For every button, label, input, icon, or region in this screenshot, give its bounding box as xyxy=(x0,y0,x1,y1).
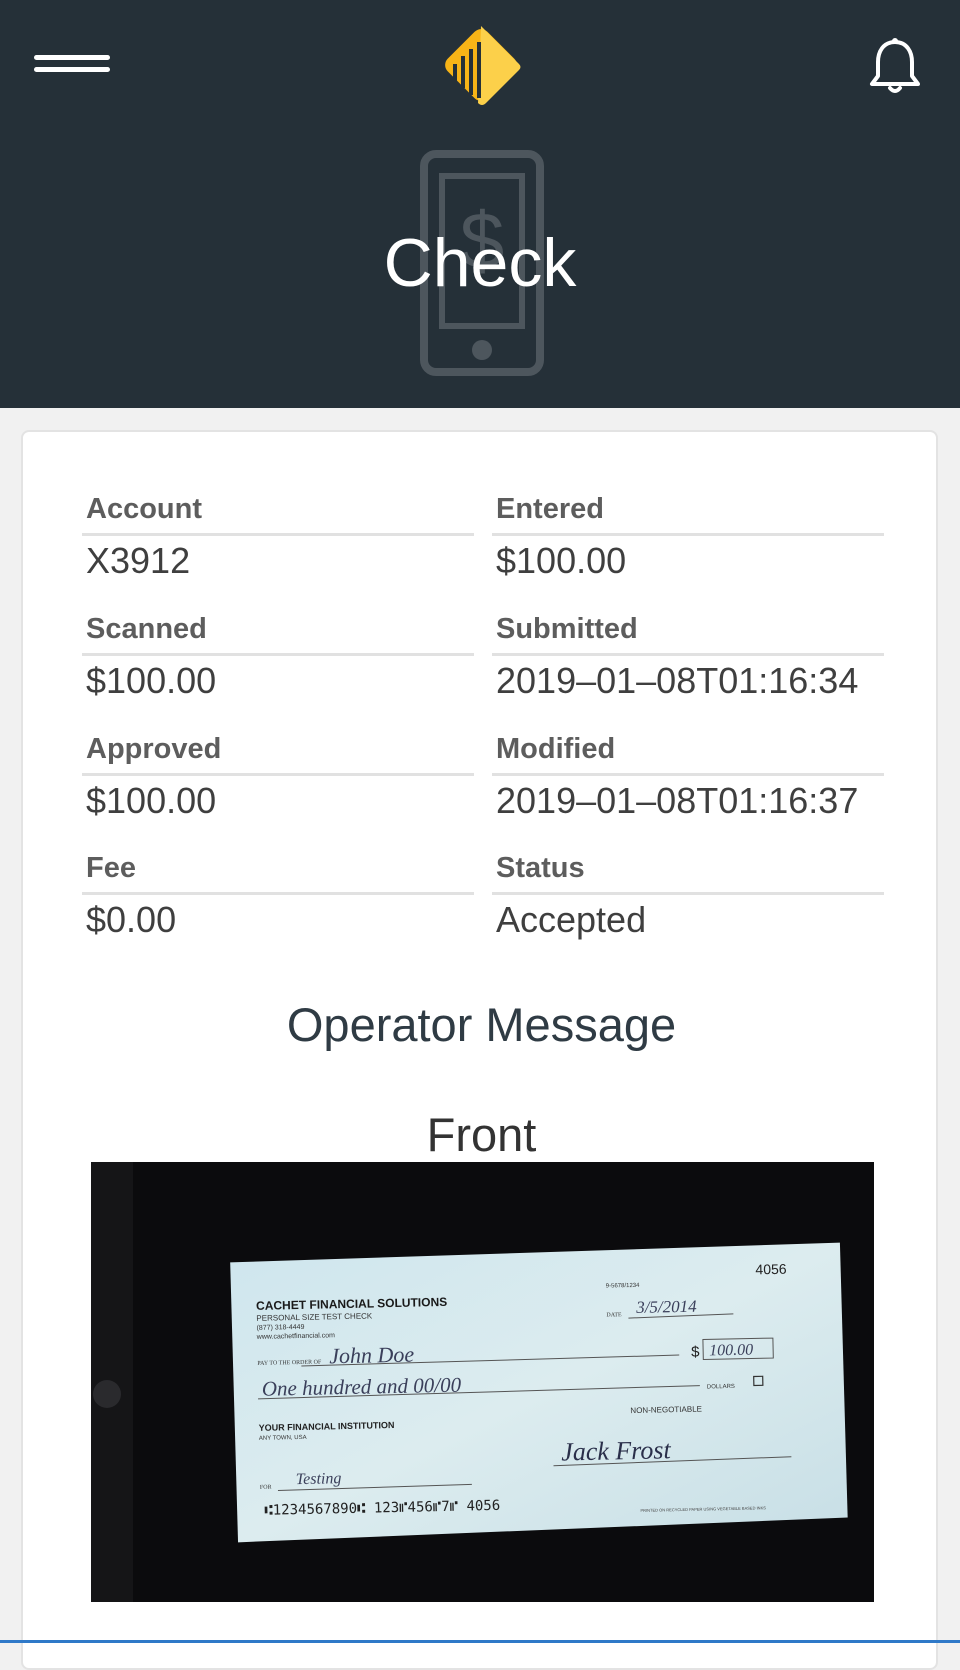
fee-label: Fee xyxy=(82,848,474,895)
approved-label: Approved xyxy=(82,729,474,776)
check-number: 4056 xyxy=(755,1261,787,1278)
page-title: Check xyxy=(383,225,577,301)
check-photo: CACHET FINANCIAL SOLUTIONS PERSONAL SIZE… xyxy=(91,1162,874,1602)
submitted-field: Submitted 2019–01–08T01:16:34 xyxy=(492,609,884,706)
check-routing-fraction: 9-5678/1234 xyxy=(606,1283,640,1290)
submitted-value: 2019–01–08T01:16:34 xyxy=(496,660,859,701)
entered-value: $100.00 xyxy=(496,540,627,581)
check-for-label: FOR xyxy=(260,1485,272,1491)
check-written-amount: One hundred and 00/00 xyxy=(262,1373,462,1401)
scanned-value: $100.00 xyxy=(86,660,217,701)
check-front-image[interactable]: CACHET FINANCIAL SOLUTIONS PERSONAL SIZE… xyxy=(91,1162,874,1602)
submitted-label: Submitted xyxy=(492,609,884,656)
check-details-card: Account X3912 Entered $100.00 Scanned $1… xyxy=(21,430,938,1670)
account-value: X3912 xyxy=(86,540,191,581)
status-label: Status xyxy=(492,848,884,895)
fee-value: $0.00 xyxy=(86,899,177,940)
check-bank-city: ANY TOWN, USA xyxy=(259,1435,307,1442)
scanned-field: Scanned $100.00 xyxy=(82,609,474,706)
check-amount: 100.00 xyxy=(709,1341,753,1359)
account-label: Account xyxy=(82,489,474,536)
modified-value: 2019–01–08T01:16:37 xyxy=(496,780,859,821)
check-memo: Testing xyxy=(296,1470,342,1488)
modified-label: Modified xyxy=(492,729,884,776)
check-date: 3/5/2014 xyxy=(635,1297,697,1317)
hamburger-menu-icon[interactable] xyxy=(34,52,112,76)
entered-label: Entered xyxy=(492,489,884,536)
brand-logo-icon[interactable] xyxy=(434,18,528,112)
approved-value: $100.00 xyxy=(86,780,217,821)
check-payee: John Doe xyxy=(329,1342,415,1369)
entered-field: Entered $100.00 xyxy=(492,489,884,586)
status-field: Status Accepted xyxy=(492,848,884,945)
approved-field: Approved $100.00 xyxy=(82,729,474,826)
scanned-label: Scanned xyxy=(82,609,474,656)
app-header: $ Check xyxy=(0,0,960,408)
bell-icon[interactable] xyxy=(866,36,924,96)
modified-field: Modified 2019–01–08T01:16:37 xyxy=(492,729,884,826)
operator-message-heading: Operator Message xyxy=(286,998,677,1051)
account-field: Account X3912 xyxy=(82,489,474,586)
check-non-negotiable: NON-NEGOTIABLE xyxy=(630,1405,702,1415)
status-value: Accepted xyxy=(496,899,647,940)
front-heading: Front xyxy=(426,1108,537,1161)
fee-field: Fee $0.00 xyxy=(82,848,474,945)
check-date-label: DATE xyxy=(606,1312,622,1318)
check-phone: (877) 318-4449 xyxy=(256,1324,304,1332)
svg-text:$: $ xyxy=(691,1344,700,1361)
check-dollars-label: DOLLARS xyxy=(707,1384,735,1391)
